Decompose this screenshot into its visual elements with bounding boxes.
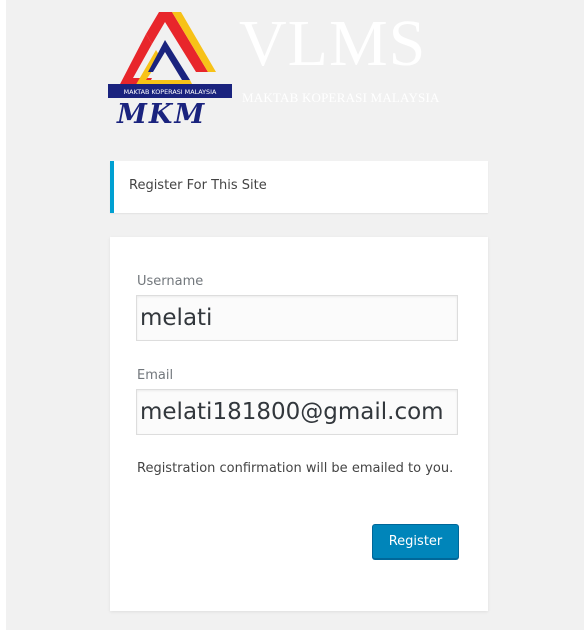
site-title: VLMS (239, 7, 427, 80)
username-label: Username (137, 274, 204, 289)
email-field[interactable] (136, 389, 458, 435)
register-button[interactable]: Register (372, 524, 459, 559)
username-field[interactable] (136, 295, 458, 341)
registration-form: Username Email Registration confirmation… (110, 237, 488, 611)
notice-message: Register For This Site (129, 178, 267, 193)
email-label: Email (137, 368, 174, 383)
mkm-logo: MAKTAB KOPERASI MALAYSIA MKM (108, 6, 233, 131)
registration-hint: Registration confirmation will be emaile… (137, 461, 454, 476)
site-logo-area: MAKTAB KOPERASI MALAYSIA MKM VLMS MAKTAB… (108, 6, 488, 134)
svg-text:MAKTAB KOPERASI MALAYSIA: MAKTAB KOPERASI MALAYSIA (124, 88, 217, 96)
svg-text:MKM: MKM (116, 99, 206, 130)
mkm-logo-graphic: MAKTAB KOPERASI MALAYSIA MKM (108, 12, 232, 130)
site-subtitle: MAKTAB KOPERASI MALAYSIA (242, 90, 440, 105)
register-notice: Register For This Site (110, 161, 488, 213)
